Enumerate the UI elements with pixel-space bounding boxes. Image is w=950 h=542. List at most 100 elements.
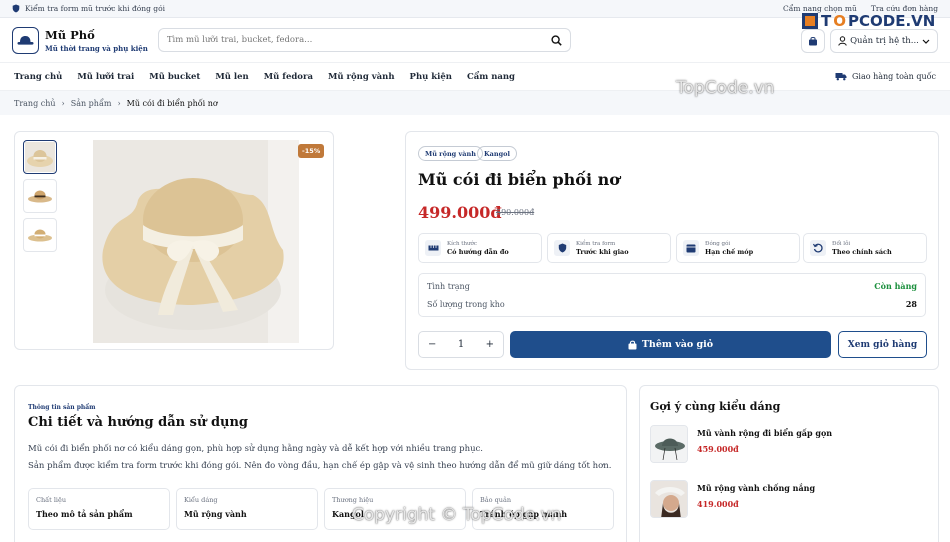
hat-logo-icon [17, 35, 34, 45]
quantity-stepper: − 1 + [418, 331, 504, 358]
discount-badge: -15% [298, 144, 325, 158]
topbar-notice: Kiểm tra form mũ trước khi đóng gói [25, 4, 165, 13]
detail-eyebrow: Thông tin sản phẩm [28, 404, 96, 411]
feature-return: Đổi lỗi Theo chính sách [803, 233, 927, 263]
related-products: Gợi ý cùng kiểu dáng Mũ vành rộng đi biể… [639, 385, 939, 542]
related-item[interactable]: Mũ rộng vành chống nắng 419.000đ [650, 480, 930, 522]
feature-label: Kiểm tra form [576, 240, 616, 247]
stock-status: Còn hàng [874, 281, 917, 291]
watermark-logo-icon [802, 13, 818, 29]
nav-item-fedora[interactable]: Mũ fedora [264, 72, 313, 82]
nav-item-guide[interactable]: Cẩm nang [467, 72, 515, 82]
box-icon [686, 244, 696, 253]
watermark-text: TopCode.vn [676, 78, 775, 98]
watermark-copyright: Copyright © TopCode.vn [352, 505, 562, 525]
nav-item-caps[interactable]: Mũ lưỡi trai [77, 72, 134, 82]
spec-value: Theo mô tả sản phẩm [36, 509, 133, 519]
feature-form-check: Kiểm tra form Trước khi giao [547, 233, 671, 263]
product-main-image[interactable] [93, 140, 299, 343]
breadcrumb-products[interactable]: Sản phẩm [71, 99, 112, 108]
detail-paragraph: Mũ cói đi biển phối nơ có kiểu dáng gọn,… [28, 444, 484, 454]
shipping-label: Giao hàng toàn quốc [852, 72, 936, 81]
logo[interactable] [12, 26, 39, 54]
feature-value: Theo chính sách [832, 247, 892, 256]
spec-key: Kiểu dáng [184, 496, 218, 504]
feature-label: Đổi lỗi [832, 240, 851, 247]
view-cart-button[interactable]: Xem giỏ hàng [838, 331, 927, 358]
account-label: Quản trị hệ th... [850, 36, 919, 46]
feature-packaging: Đóng gói Hạn chế móp [676, 233, 800, 263]
feature-size: Kích thước Có hướng dẫn đo [418, 233, 542, 263]
watermark-logo-prefix: T [821, 12, 832, 30]
brand-name[interactable]: Mũ Phố [45, 28, 148, 42]
product-tag-category[interactable]: Mũ rộng vành [418, 146, 483, 161]
ruler-icon [428, 245, 438, 251]
product-old-price: 590.000đ [496, 208, 535, 217]
product-gallery: -15% [14, 131, 334, 350]
spec-card: Kiểu dáng Mũ rộng vành [176, 488, 318, 530]
related-item-price: 419.000đ [697, 499, 739, 509]
shield-icon [12, 4, 20, 13]
detail-title: Chi tiết và hướng dẫn sử dụng [28, 415, 249, 430]
nav-item-accessories[interactable]: Phụ kiện [410, 72, 452, 82]
bucket-hat-image [651, 426, 687, 462]
product-price: 499.000đ [418, 203, 502, 222]
feature-value: Trước khi giao [576, 247, 629, 256]
feature-label: Đóng gói [705, 240, 731, 247]
watermark-logo-suffix: PCODE.VN [848, 12, 936, 30]
breadcrumb-home[interactable]: Trang chủ [14, 99, 56, 108]
detail-paragraph: Sản phẩm được kiểm tra form trước khi đó… [28, 461, 612, 471]
nav-item-bucket[interactable]: Mũ bucket [149, 72, 200, 82]
spec-value: Mũ rộng vành [184, 509, 247, 519]
stock-label: Tình trạng [427, 281, 470, 291]
decrement-button[interactable]: − [428, 339, 436, 350]
hat-thumbnail-image [25, 181, 55, 211]
product-tag-brand[interactable]: Kangol [477, 146, 517, 161]
gallery-thumbnail[interactable] [23, 179, 57, 213]
return-icon [813, 243, 823, 253]
search-icon[interactable] [551, 34, 562, 46]
add-to-cart-label: Thêm vào giỏ [641, 339, 714, 350]
cart-button[interactable] [801, 29, 825, 53]
breadcrumb-separator: › [61, 98, 65, 108]
stock-box: Tình trạng Còn hàng Số lượng trong kho 2… [418, 273, 926, 317]
feature-label: Kích thước [447, 240, 477, 247]
feature-value: Hạn chế móp [705, 247, 754, 256]
watermark-logo-o: O [833, 12, 846, 30]
search-bar [157, 28, 571, 52]
gallery-thumbnail[interactable] [23, 218, 57, 252]
user-icon [838, 36, 847, 46]
increment-button[interactable]: + [486, 339, 494, 350]
cart-icon [809, 37, 817, 46]
hat-thumbnail-image [25, 220, 55, 250]
related-item[interactable]: Mũ vành rộng đi biển gấp gọn 459.000đ [650, 425, 930, 467]
add-to-cart-button[interactable]: Thêm vào giỏ [510, 331, 831, 358]
spec-key: Chất liệu [36, 496, 67, 504]
gallery-thumbnail[interactable] [23, 140, 57, 174]
related-title: Gợi ý cùng kiểu dáng [650, 400, 781, 413]
product-info-panel: Mũ rộng vành Kangol Mũ cói đi biển phối … [405, 131, 939, 370]
nav-item-beanie[interactable]: Mũ len [215, 72, 248, 82]
stock-qty-value: 28 [905, 299, 917, 309]
bag-icon [628, 340, 637, 349]
shipping-info: Giao hàng toàn quốc [835, 72, 936, 81]
watermark-logo: T O PCODE.VN [801, 12, 935, 30]
quantity-value[interactable]: 1 [458, 339, 464, 350]
straw-hat-thumbnail-image [25, 142, 55, 172]
related-item-name: Mũ rộng vành chống nắng [697, 483, 816, 493]
brand-tagline: Mũ thời trang và phụ kiện [45, 43, 148, 53]
spec-key: Bảo quản [480, 496, 512, 504]
shield-icon [558, 243, 566, 253]
search-input[interactable] [166, 35, 527, 45]
truck-icon [835, 73, 847, 81]
nav-item-home[interactable]: Trang chủ [14, 72, 62, 82]
spec-card: Chất liệu Theo mô tả sản phẩm [28, 488, 170, 530]
breadcrumb: Trang chủ › Sản phẩm › Mũ cói đi biển ph… [0, 91, 950, 115]
main-nav: Trang chủ Mũ lưỡi trai Mũ bucket Mũ len … [0, 63, 950, 91]
account-menu[interactable]: Quản trị hệ th... [830, 29, 938, 53]
sun-visor-image [651, 481, 687, 517]
nav-item-wide-brim[interactable]: Mũ rộng vành [328, 72, 395, 82]
related-item-price: 459.000đ [697, 444, 739, 454]
spec-key: Thương hiệu [332, 496, 374, 504]
product-title: Mũ cói đi biển phối nơ [418, 170, 620, 189]
